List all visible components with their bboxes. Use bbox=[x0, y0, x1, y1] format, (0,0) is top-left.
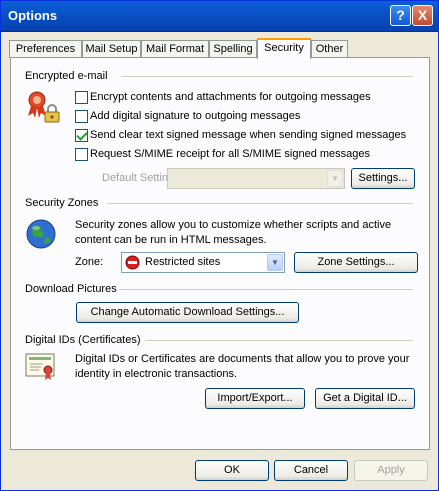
default-setting-label: Default Setting: bbox=[102, 172, 178, 184]
digital-ids-description: Digital IDs or Certificates are document… bbox=[75, 353, 410, 380]
encryption-lock-icon bbox=[28, 91, 60, 123]
ok-button[interactable]: OK bbox=[195, 460, 269, 481]
download-pictures-title: Download Pictures bbox=[25, 283, 117, 295]
download-pictures-divider bbox=[119, 289, 413, 290]
settings-button[interactable]: Settings... bbox=[351, 168, 415, 189]
digital-ids-divider bbox=[145, 340, 413, 341]
zone-settings-button[interactable]: Zone Settings... bbox=[294, 252, 418, 273]
clear-text-signed-checkbox[interactable] bbox=[75, 129, 88, 142]
digital-ids-title: Digital IDs (Certificates) bbox=[25, 334, 141, 346]
close-button[interactable]: X bbox=[412, 5, 433, 26]
encrypted-email-divider bbox=[121, 76, 413, 77]
encrypt-contents-label[interactable]: Encrypt contents and attachments for out… bbox=[90, 91, 371, 103]
import-export-button[interactable]: Import/Export... bbox=[205, 388, 305, 409]
encrypt-contents-checkbox[interactable] bbox=[75, 91, 88, 104]
security-zones-description: Security zones allow you to customize wh… bbox=[75, 219, 392, 246]
options-dialog: Options ? X Preferences Mail Setup Mail … bbox=[0, 0, 439, 491]
smime-receipt-checkbox[interactable] bbox=[75, 148, 88, 161]
help-button[interactable]: ? bbox=[390, 5, 411, 26]
smime-receipt-label[interactable]: Request S/MIME receipt for all S/MIME si… bbox=[90, 148, 370, 160]
encrypted-email-title: Encrypted e-mail bbox=[25, 70, 108, 82]
window-title: Options bbox=[8, 8, 58, 23]
cancel-button[interactable]: Cancel bbox=[274, 460, 348, 481]
zone-label: Zone: bbox=[75, 256, 104, 268]
add-signature-label[interactable]: Add digital signature to outgoing messag… bbox=[90, 110, 300, 122]
tab-mail-format[interactable]: Mail Format bbox=[141, 40, 209, 58]
security-zones-divider bbox=[107, 203, 413, 204]
tab-spelling[interactable]: Spelling bbox=[209, 40, 257, 58]
tab-other[interactable]: Other bbox=[311, 40, 348, 58]
title-bar[interactable]: Options ? X bbox=[1, 1, 438, 32]
restricted-icon bbox=[125, 255, 140, 270]
default-setting-dropdown[interactable]: ▼ bbox=[167, 168, 345, 189]
get-digital-id-button[interactable]: Get a Digital ID... bbox=[315, 388, 415, 409]
certificate-icon bbox=[25, 353, 55, 380]
tab-mail-setup[interactable]: Mail Setup bbox=[82, 40, 141, 58]
zone-dropdown[interactable]: Restricted sites ▼ bbox=[121, 252, 285, 273]
chevron-down-icon: ▼ bbox=[267, 254, 283, 271]
security-zones-title: Security Zones bbox=[25, 197, 99, 209]
add-signature-checkbox[interactable] bbox=[75, 110, 88, 123]
security-panel: Encrypted e-mail Encrypt contents and at… bbox=[10, 57, 430, 450]
change-download-settings-button[interactable]: Change Automatic Download Settings... bbox=[76, 302, 299, 323]
tab-security[interactable]: Security bbox=[257, 38, 311, 59]
globe-icon bbox=[26, 219, 56, 249]
tab-preferences[interactable]: Preferences bbox=[9, 40, 82, 58]
apply-button[interactable]: Apply bbox=[354, 460, 428, 481]
zone-value: Restricted sites bbox=[145, 256, 221, 268]
clear-text-signed-label[interactable]: Send clear text signed message when send… bbox=[90, 129, 406, 141]
chevron-down-icon: ▼ bbox=[327, 170, 343, 187]
